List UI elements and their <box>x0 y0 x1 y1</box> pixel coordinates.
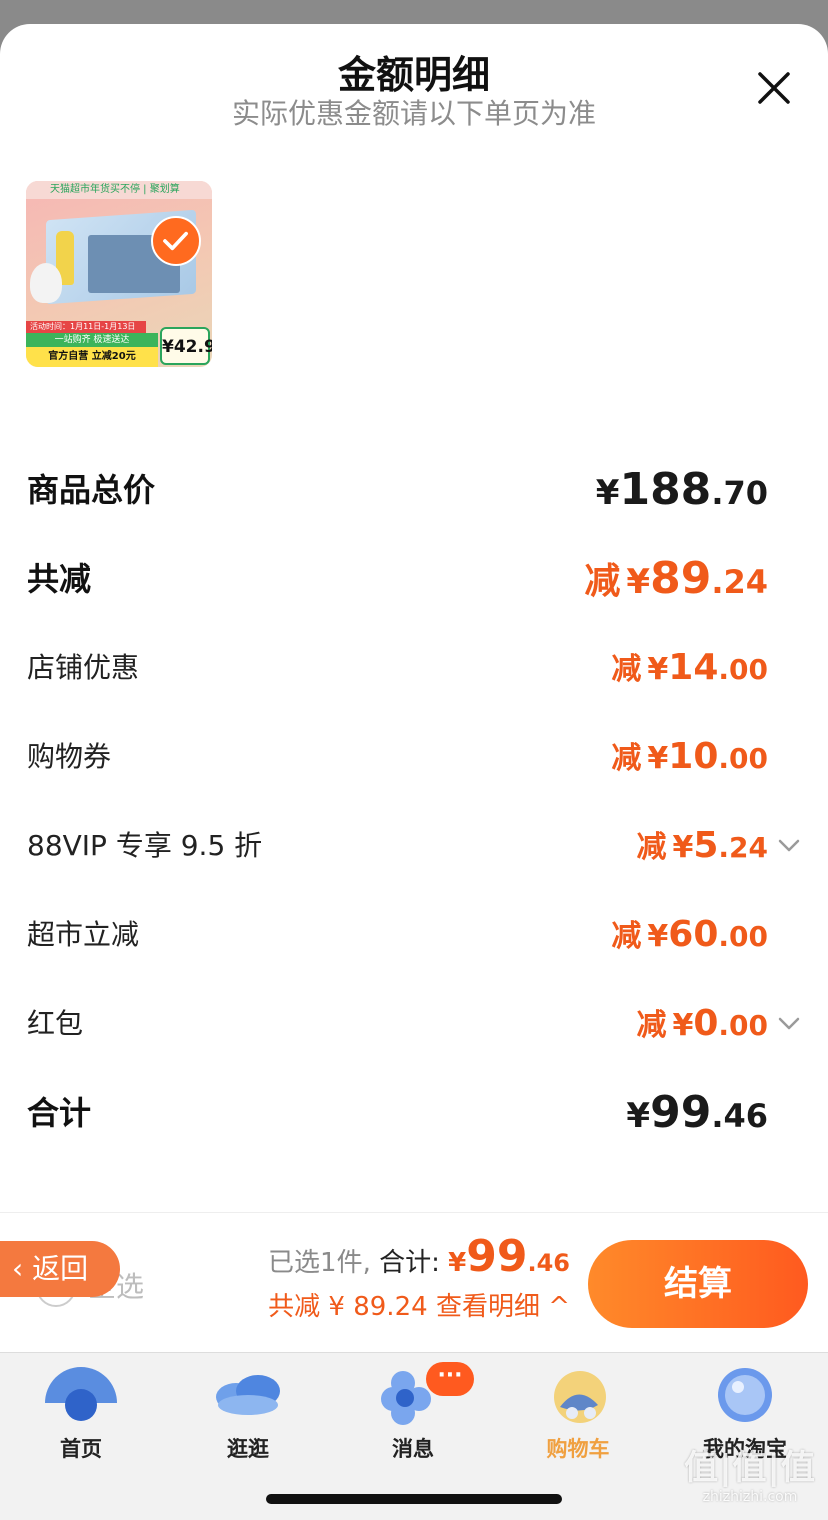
row-amount: 减 ¥0.00 <box>636 994 768 1060</box>
row-label: 红包 <box>27 1007 84 1040</box>
row-label: 共减 <box>27 560 92 598</box>
row-red-packet[interactable]: 红包 减 ¥0.00 <box>0 994 828 1054</box>
row-label: 超市立减 <box>27 918 140 951</box>
amount-currency: ¥ <box>647 652 669 687</box>
message-badge: ··· <box>426 1362 474 1396</box>
product-date-strip: 活动时间：1月11日-1月13日 <box>26 321 146 333</box>
amount-decimal: .24 <box>718 831 768 864</box>
cloud-icon <box>216 1375 280 1415</box>
amount-currency: ¥ <box>626 1096 651 1136</box>
amount-decimal: .70 <box>711 474 768 512</box>
amount-prefix: 减 <box>584 561 621 602</box>
tab-label: 购物车 <box>546 1437 610 1461</box>
product-price-tag: ¥42.9 <box>160 327 212 365</box>
view-detail-link[interactable]: 查看明细 ^ <box>436 1292 570 1322</box>
tab-label: 逛逛 <box>227 1437 269 1461</box>
back-label: 返回 <box>32 1252 89 1285</box>
cart-icon <box>554 1371 606 1423</box>
row-total-discount: 共减 减 ¥89.24 <box>0 549 828 609</box>
tab-home[interactable]: 首页 <box>16 1363 146 1463</box>
amount-integer: 89 <box>650 553 712 604</box>
total-label: 合计: <box>379 1248 440 1278</box>
row-amount: 减 ¥89.24 <box>584 549 768 618</box>
row-store-discount: 店铺优惠 减 ¥14.00 <box>0 638 828 698</box>
row-amount: ¥188.70 <box>596 460 768 529</box>
amount-integer: 14 <box>668 647 719 688</box>
checkout-discount-line: 共减 ¥ 89.24 查看明细 ^ <box>268 1289 570 1325</box>
row-label: 合计 <box>27 1094 92 1132</box>
product-selected-checkbox[interactable] <box>151 216 201 266</box>
row-amount: 减 ¥60.00 <box>611 905 768 971</box>
tab-label: 消息 <box>392 1437 434 1461</box>
total-currency: ¥ <box>448 1248 467 1278</box>
chevron-down-icon[interactable] <box>776 1010 802 1036</box>
mascot-image <box>30 263 62 303</box>
row-amount: ¥99.46 <box>626 1083 768 1152</box>
amount-currency: ¥ <box>672 1008 694 1043</box>
checkout-bar: 全选 ‹ 返回 已选1件, 合计: ¥99.46 共减 ¥ 89.24 查看明细… <box>0 1212 828 1352</box>
row-label: 88VIP 专享 9.5 折 <box>27 829 263 862</box>
sheet-title: 金额明细 <box>337 53 490 97</box>
watermark: 值|值|值 zhizhizhi.com <box>676 1440 824 1505</box>
row-grand-total: 合计 ¥99.46 <box>0 1083 828 1143</box>
amount-prefix: 减 <box>636 830 667 865</box>
chevron-down-icon[interactable] <box>776 832 802 858</box>
amount-currency: ¥ <box>647 919 669 954</box>
amount-prefix: 减 <box>611 652 642 687</box>
sheet-subtitle: 实际优惠金额请以下单页为准 <box>231 97 596 130</box>
amount-integer: 99 <box>650 1087 712 1138</box>
amount-integer: 10 <box>668 736 719 777</box>
product-promo-yellow: 官方自营 立减20元 <box>26 347 158 367</box>
checkmark-icon <box>163 231 188 251</box>
row-supermarket-discount: 超市立减 减 ¥60.00 <box>0 905 828 965</box>
row-amount: 减 ¥10.00 <box>611 727 768 793</box>
profile-orb-icon <box>718 1368 772 1422</box>
amount-decimal: .24 <box>711 563 768 601</box>
row-88vip-discount[interactable]: 88VIP 专享 9.5 折 减 ¥5.24 <box>0 816 828 876</box>
product-promo-green: 一站购齐 极速送达 <box>26 333 158 347</box>
tab-explore[interactable]: 逛逛 <box>183 1363 313 1463</box>
home-indicator <box>266 1494 562 1504</box>
amount-integer: 60 <box>668 914 719 955</box>
chevron-left-icon: ‹ <box>12 1252 24 1285</box>
home-icon <box>45 1367 117 1421</box>
checkout-summary: 已选1件, 合计: ¥99.46 共减 ¥ 89.24 查看明细 ^ <box>268 1231 570 1325</box>
amount-decimal: .46 <box>711 1097 768 1135</box>
watermark-logo: 值|值|值 <box>684 1448 816 1488</box>
total-decimal: .46 <box>527 1249 570 1277</box>
row-item-total: 商品总价 ¥188.70 <box>0 460 828 520</box>
row-label: 商品总价 <box>27 471 156 509</box>
amount-decimal: .00 <box>718 920 768 953</box>
checkout-total-line: 已选1件, 合计: ¥99.46 <box>268 1231 570 1289</box>
amount-integer: 0 <box>693 1003 719 1044</box>
row-amount: 减 ¥5.24 <box>636 816 768 882</box>
total-integer: 99 <box>466 1231 528 1282</box>
row-shopping-coupon: 购物券 减 ¥10.00 <box>0 727 828 787</box>
tab-label: 首页 <box>60 1437 102 1461</box>
amount-currency: ¥ <box>647 741 669 776</box>
amount-integer: 5 <box>693 825 719 866</box>
amount-currency: ¥ <box>626 562 651 602</box>
amount-prefix: 减 <box>611 919 642 954</box>
close-icon[interactable] <box>752 66 796 110</box>
selected-count: 已选1件, <box>268 1248 371 1278</box>
amount-currency: ¥ <box>672 830 694 865</box>
product-thumbnail[interactable]: 天猫超市年货买不停 | 聚划算 活动时间：1月11日-1月13日 一站购齐 极速… <box>26 181 212 367</box>
back-button[interactable]: ‹ 返回 <box>0 1241 120 1297</box>
amount-decimal: .00 <box>718 653 768 686</box>
row-label: 店铺优惠 <box>27 651 140 684</box>
product-banner: 天猫超市年货买不停 | 聚划算 <box>26 181 212 199</box>
watermark-site: zhizhizhi.com <box>702 1489 798 1505</box>
row-amount: 减 ¥14.00 <box>611 638 768 704</box>
amount-currency: ¥ <box>595 473 620 513</box>
amount-integer: 188 <box>619 464 712 515</box>
amount-decimal: .00 <box>718 742 768 775</box>
row-label: 购物券 <box>27 740 112 773</box>
amount-prefix: 减 <box>611 741 642 776</box>
tab-cart[interactable]: 购物车 <box>513 1363 643 1463</box>
discount-text: 共减 ¥ 89.24 <box>268 1292 428 1322</box>
checkout-button[interactable]: 结算 <box>588 1240 808 1328</box>
amount-decimal: .00 <box>718 1009 768 1042</box>
amount-prefix: 减 <box>636 1008 667 1043</box>
